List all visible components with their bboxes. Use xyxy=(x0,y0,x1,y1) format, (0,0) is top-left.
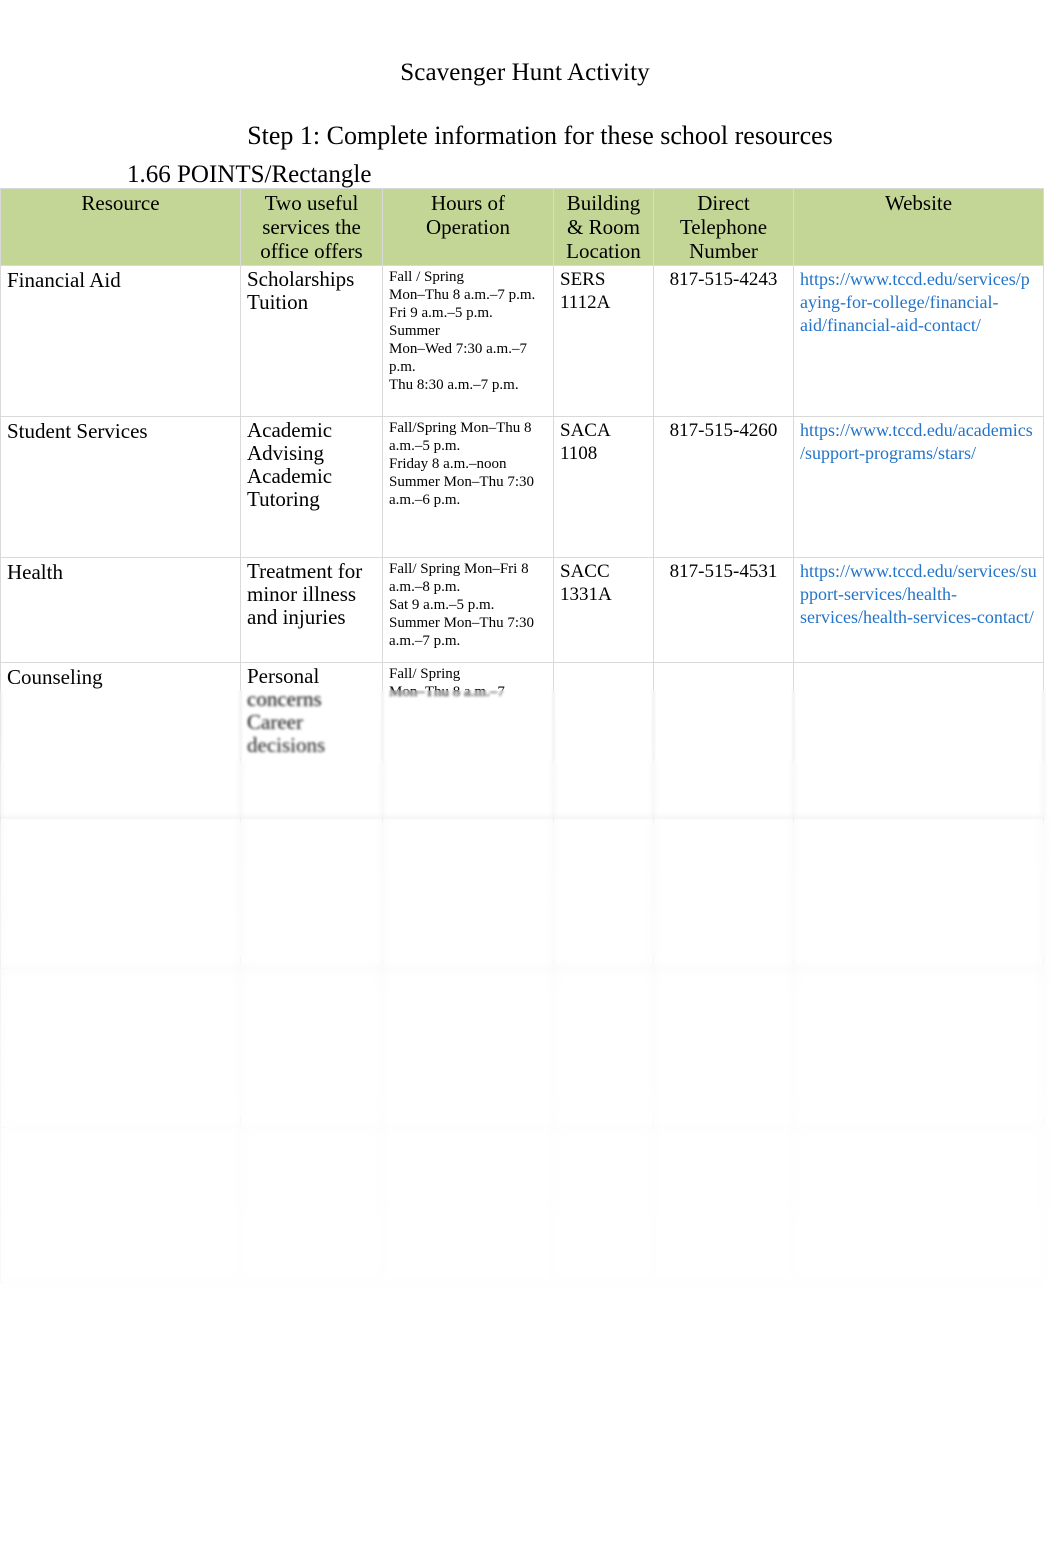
cell-hours: Fall/Spring Mon–Thu 8 a.m.–5 p.m. Friday … xyxy=(382,416,554,558)
cell-building xyxy=(553,817,654,969)
cell-hours xyxy=(382,817,554,969)
cell-phone xyxy=(653,968,794,1128)
table-header-row: Resource Two useful services the office … xyxy=(0,188,1044,266)
table-row: Financial Aid Scholarships Tuition Fall /… xyxy=(0,265,1044,417)
cell-phone xyxy=(653,662,794,818)
cell-resource xyxy=(0,1127,241,1283)
cell-building: SACA 1108 xyxy=(553,416,654,558)
cell-resource: Financial Aid xyxy=(0,265,241,417)
page-title: Scavenger Hunt Activity xyxy=(400,59,650,86)
website-link[interactable]: https://www.tccd.edu/academics/support-p… xyxy=(800,420,1033,463)
cell-services: Treatment for minor illness and injuries xyxy=(240,557,383,663)
table-row xyxy=(0,968,1044,1128)
table-row: Counseling Personal concerns Career decis… xyxy=(0,662,1044,818)
column-header-website: Website xyxy=(793,188,1044,266)
cell-website xyxy=(793,968,1044,1128)
website-link[interactable]: https://www.tccd.edu/services/support-se… xyxy=(800,561,1037,627)
cell-website: https://www.tccd.edu/academics/support-p… xyxy=(793,416,1044,558)
cell-phone xyxy=(653,1127,794,1283)
table-body: Financial Aid Scholarships Tuition Fall /… xyxy=(0,265,1044,1283)
table-row xyxy=(0,1127,1044,1283)
points-note: 1.66 POINTS/Rectangle xyxy=(127,161,372,188)
cell-services xyxy=(240,968,383,1128)
cell-phone: 817-515-4243 xyxy=(653,265,794,417)
cell-resource: Health xyxy=(0,557,241,663)
cell-services: Personal concerns Career decisions xyxy=(240,662,383,818)
cell-website xyxy=(793,1127,1044,1283)
table-row: Student Services Academic Advising Academ… xyxy=(0,416,1044,558)
cell-website: https://www.tccd.edu/services/paying-for… xyxy=(793,265,1044,417)
cell-website xyxy=(793,662,1044,818)
cell-building xyxy=(553,968,654,1128)
cell-resource xyxy=(0,968,241,1128)
document-page: Scavenger Hunt Activity Step 1: Complete… xyxy=(0,0,1062,1561)
cell-website xyxy=(793,817,1044,969)
column-header-building: Building & Room Location xyxy=(553,188,654,266)
cell-hours: Fall/ Spring Mon–Fri 8 a.m.–8 p.m. Sat 9 … xyxy=(382,557,554,663)
column-header-services: Two useful services the office offers xyxy=(240,188,383,266)
table-row: Health Treatment for minor illness and i… xyxy=(0,557,1044,663)
cell-hours xyxy=(382,968,554,1128)
cell-services: Academic Advising Academic Tutoring xyxy=(240,416,383,558)
table-row xyxy=(0,817,1044,969)
cell-resource: Student Services xyxy=(0,416,241,558)
resources-table-wrapper: Resource Two useful services the office … xyxy=(0,188,1044,1283)
cell-services: Scholarships Tuition xyxy=(240,265,383,417)
cell-hours: Fall / Spring Mon–Thu 8 a.m.–7 p.m. Fri 9 … xyxy=(382,265,554,417)
cell-building: SERS 1112A xyxy=(553,265,654,417)
cell-services xyxy=(240,817,383,969)
column-header-resource: Resource xyxy=(0,188,241,266)
cell-resource xyxy=(0,817,241,969)
cell-phone xyxy=(653,817,794,969)
column-header-phone: Direct Telephone Number xyxy=(653,188,794,266)
cell-building xyxy=(553,1127,654,1283)
cell-website: https://www.tccd.edu/services/support-se… xyxy=(793,557,1044,663)
cell-hours xyxy=(382,1127,554,1283)
cell-phone: 817-515-4260 xyxy=(653,416,794,558)
cell-phone: 817-515-4531 xyxy=(653,557,794,663)
column-header-hours: Hours of Operation xyxy=(382,188,554,266)
cell-hours: Fall/ Spring Mon–Thu 8 a.m.–7 xyxy=(382,662,554,818)
table-header: Resource Two useful services the office … xyxy=(0,188,1044,266)
cell-services xyxy=(240,1127,383,1283)
cell-building xyxy=(553,662,654,818)
website-link[interactable]: https://www.tccd.edu/services/paying-for… xyxy=(800,269,1030,335)
step-instruction: Step 1: Complete information for these s… xyxy=(247,121,833,150)
cell-resource: Counseling xyxy=(0,662,241,818)
page-bottom-margin xyxy=(0,1288,1062,1561)
cell-building: SACC 1331A xyxy=(553,557,654,663)
resources-table: Resource Two useful services the office … xyxy=(0,188,1044,1283)
